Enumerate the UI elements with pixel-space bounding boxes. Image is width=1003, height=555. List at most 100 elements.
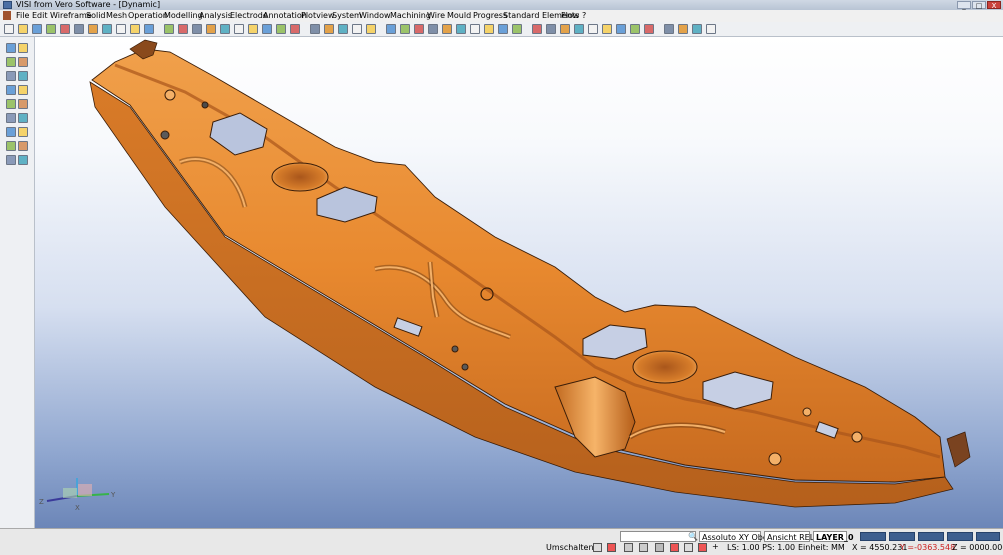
circle-icon[interactable]: [130, 24, 140, 34]
layer-toggle-icon[interactable]: [639, 543, 648, 552]
color-swatch[interactable]: [976, 532, 1000, 541]
section-icon[interactable]: [400, 24, 410, 34]
help-icon[interactable]: [706, 24, 716, 34]
filter-icon[interactable]: [6, 141, 16, 151]
menu-system[interactable]: System: [332, 10, 362, 22]
save-icon[interactable]: [32, 24, 42, 34]
body-icon[interactable]: [6, 99, 16, 109]
shade-icon[interactable]: [164, 24, 174, 34]
menu-file[interactable]: File: [16, 10, 29, 22]
menu-edit[interactable]: Edit: [32, 10, 48, 22]
ortho-icon[interactable]: [624, 543, 633, 552]
curve-icon[interactable]: [18, 99, 28, 109]
menu-flow[interactable]: Flow: [561, 10, 579, 22]
close-button[interactable]: X: [987, 1, 1001, 10]
view-icon[interactable]: [144, 24, 154, 34]
color-swatch[interactable]: [889, 532, 915, 541]
color-icon[interactable]: [692, 24, 702, 34]
boolean-icon[interactable]: [532, 24, 542, 34]
cut-icon[interactable]: [60, 24, 70, 34]
front-view-icon[interactable]: [324, 24, 334, 34]
reference-system-1[interactable]: Assoluto XY Obe: [699, 531, 768, 542]
delete-icon[interactable]: [664, 24, 674, 34]
pan-icon[interactable]: [290, 24, 300, 34]
layer-field[interactable]: LAYER_0: [813, 531, 854, 542]
rotate-icon[interactable]: [248, 24, 258, 34]
side-view-icon[interactable]: [352, 24, 362, 34]
hidden-icon[interactable]: [206, 24, 216, 34]
shell-icon[interactable]: [574, 24, 584, 34]
layer-icon[interactable]: [18, 141, 28, 151]
menu-window[interactable]: Window: [359, 10, 391, 22]
select-icon[interactable]: [6, 43, 16, 53]
arrow-right-icon[interactable]: [18, 155, 28, 165]
open-folder-icon[interactable]: [18, 24, 28, 34]
face-icon[interactable]: [18, 85, 28, 95]
snap-icon[interactable]: [607, 543, 616, 552]
menu-wire[interactable]: Wire: [427, 10, 445, 22]
menu-mould[interactable]: Mould: [447, 10, 471, 22]
render-icon[interactable]: [178, 24, 188, 34]
pick-icon[interactable]: [18, 43, 28, 53]
move-icon[interactable]: [630, 24, 640, 34]
axis-icon[interactable]: [6, 127, 16, 137]
copy-icon[interactable]: [74, 24, 84, 34]
spline-icon[interactable]: [456, 24, 466, 34]
arc-icon[interactable]: [442, 24, 452, 34]
iso-view-icon[interactable]: [366, 24, 376, 34]
solid-icon[interactable]: [484, 24, 494, 34]
revolve-icon[interactable]: [512, 24, 522, 34]
mirror-icon[interactable]: [602, 24, 612, 34]
lasso-icon[interactable]: [6, 71, 16, 81]
scale-icon[interactable]: [644, 24, 654, 34]
3d-viewport[interactable]: Y Z X: [35, 37, 1003, 528]
lock-icon[interactable]: [670, 543, 679, 552]
color-swatch[interactable]: [918, 532, 944, 541]
arrow-left-icon[interactable]: [6, 155, 16, 165]
zoom-window-icon[interactable]: [276, 24, 286, 34]
paste-icon[interactable]: [88, 24, 98, 34]
menu-solid[interactable]: Solid: [86, 10, 106, 22]
section-view-icon[interactable]: [6, 113, 16, 123]
zoom-icon[interactable]: [262, 24, 272, 34]
menu-analysis[interactable]: Analysis: [199, 10, 232, 22]
measure-distance-icon[interactable]: [18, 113, 28, 123]
print-icon[interactable]: [46, 24, 56, 34]
part-model-canvas[interactable]: [35, 37, 1003, 528]
window-icon[interactable]: [684, 543, 693, 552]
box-select-icon[interactable]: [6, 57, 16, 67]
plus-icon[interactable]: +: [712, 542, 719, 551]
filter-icon[interactable]: [655, 543, 664, 552]
wire-icon[interactable]: [192, 24, 202, 34]
chamfer-icon[interactable]: [560, 24, 570, 34]
top-view-icon[interactable]: [338, 24, 348, 34]
surface-icon[interactable]: [470, 24, 480, 34]
point-snap-icon[interactable]: [18, 71, 28, 81]
color-swatch[interactable]: [947, 532, 973, 541]
menu-mesh[interactable]: Mesh: [106, 10, 127, 22]
extrude-icon[interactable]: [498, 24, 508, 34]
attribute-icon[interactable]: [698, 543, 707, 552]
menu-machining[interactable]: Machining: [390, 10, 431, 22]
search-icon[interactable]: 🔍: [688, 532, 698, 541]
rotate-view-icon[interactable]: [18, 57, 28, 67]
point-icon[interactable]: [414, 24, 424, 34]
camera-icon[interactable]: [234, 24, 244, 34]
new-file-icon[interactable]: [4, 24, 14, 34]
menu-plotview[interactable]: Plotview: [301, 10, 335, 22]
reference-system-2[interactable]: Ansicht REL: [764, 531, 814, 542]
draft-icon[interactable]: [588, 24, 598, 34]
maximize-button[interactable]: □: [972, 1, 986, 10]
line-icon[interactable]: [428, 24, 438, 34]
minimize-button[interactable]: _: [957, 1, 971, 10]
menu-help[interactable]: ?: [582, 10, 586, 22]
command-input[interactable]: [620, 531, 696, 542]
layer-icon[interactable]: [220, 24, 230, 34]
pattern-icon[interactable]: [616, 24, 626, 34]
grid-icon[interactable]: [593, 543, 602, 552]
text-icon[interactable]: [18, 127, 28, 137]
fillet-icon[interactable]: [546, 24, 556, 34]
fit-icon[interactable]: [310, 24, 320, 34]
attribute-icon[interactable]: [678, 24, 688, 34]
edge-icon[interactable]: [6, 85, 16, 95]
